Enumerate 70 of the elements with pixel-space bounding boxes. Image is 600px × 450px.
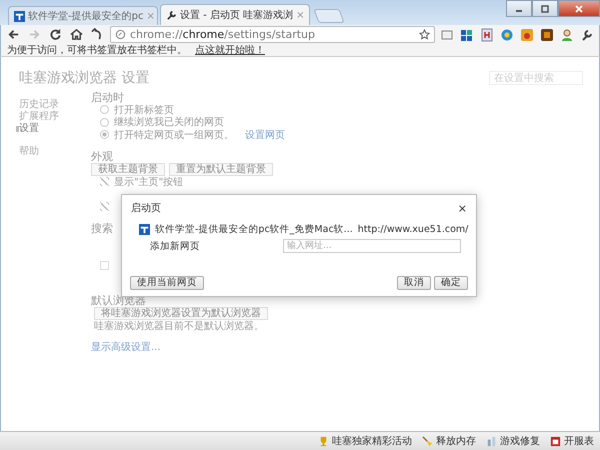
cancel-button[interactable]: 取消 [397,276,431,290]
browser-tab[interactable]: 软件学堂-提供最安全的pc × [8,6,158,25]
browser-tab[interactable]: 设置 - 启动页 哇塞游戏浏 × [160,4,310,25]
checkbox[interactable] [100,261,109,270]
maximize-button[interactable] [532,0,558,17]
tab-title: 软件学堂-提供最安全的pc [28,10,144,23]
default-browser-note: 哇塞游戏浏览器目前不是默认浏览器。 [93,320,264,332]
section-heading: 启动时 [91,91,124,104]
section-heading: 搜索 [91,222,113,234]
url-input-field[interactable]: 输入网址... [283,239,461,253]
radio-label: 打开特定网页或一组网页。 [114,128,234,142]
section-heading: 外观 [91,150,113,162]
theme-button[interactable]: 重置为默认主题背景 [169,162,273,176]
status-bar-item[interactable]: 哇塞独家精彩活动 [332,434,412,448]
minimize-button[interactable] [506,0,532,17]
settings-title: 哇塞游戏浏览器 设置 [19,69,150,87]
nav-item[interactable]: 历史记录 [19,99,91,111]
radio-label: 打开新标签页 [114,104,174,116]
apps-grid-icon[interactable] [460,28,474,42]
checkbox[interactable] [100,202,109,212]
site-favicon-icon [139,224,150,235]
back-icon[interactable] [7,28,20,41]
radio-label: 继续浏览我已关闭的网页 [114,116,224,130]
bookmark-bar-text: 为便于访问，可将书签置放在书签栏中。 [7,44,187,57]
checkbox-label: 显示"主页"按钮 [114,176,184,189]
status-bar-item[interactable]: 释放内存 [436,434,476,448]
game-icon[interactable] [540,28,554,42]
address-bar[interactable]: chrome://chrome/settings/startup [110,26,435,43]
calendar-icon [550,436,561,446]
tab-title: 设置 - 启动页 哇塞游戏浏 [180,8,294,22]
book-icon[interactable] [480,28,494,42]
reload-icon[interactable] [49,28,62,41]
nav-item[interactable]: 帮助 [19,146,91,158]
dialog-title: 启动页 [131,202,161,215]
radio-button[interactable] [100,118,109,127]
theme-button[interactable]: 获取主题背景 [91,162,165,176]
window-icon[interactable] [440,28,454,42]
dialog-close-button[interactable]: × [458,202,467,214]
status-bar-item[interactable]: 开服表 [564,434,594,448]
set-default-browser-button[interactable]: 将哇塞游戏浏览器设置为默认浏览器 [94,306,268,320]
game-icon[interactable] [520,28,534,42]
tools-icon [486,436,497,446]
user-icon[interactable] [560,28,574,42]
status-bar-item[interactable]: 游戏修复 [500,434,540,448]
home-icon[interactable] [70,28,83,41]
page-title: 软件学堂-提供最安全的pc软件_免费Mac软... [155,223,353,236]
use-current-pages-button[interactable]: 使用当前网页 [130,276,204,290]
broom-icon [422,436,433,446]
radio-button[interactable] [100,105,109,114]
wrench-icon [166,10,177,20]
bookmark-bar-link[interactable]: 点这就开始啦！ [195,43,265,57]
maximize-icon [540,4,550,12]
trophy-icon [318,436,329,446]
set-pages-link[interactable]: 设置网页 [245,128,285,142]
undo-arrow-icon[interactable] [91,28,104,41]
nav-item[interactable]: 设置 [19,123,91,135]
nav-item[interactable]: 扩展程序 [19,111,91,123]
site-favicon-icon [14,10,25,22]
ok-button[interactable]: 确定 [434,276,468,290]
tab-close-button[interactable]: × [296,10,305,20]
wrench-icon[interactable] [580,28,594,42]
advanced-settings-link[interactable]: 显示高级设置... [91,341,161,354]
close-button[interactable] [558,0,600,17]
close-icon [574,4,584,12]
radio-button[interactable] [100,130,109,140]
checkbox[interactable] [100,177,109,186]
gear-icon[interactable] [500,28,514,42]
star-icon[interactable] [419,29,430,40]
add-page-label: 添加新网页 [150,240,201,252]
page-url: http://www.xue51.com/ [358,224,468,235]
